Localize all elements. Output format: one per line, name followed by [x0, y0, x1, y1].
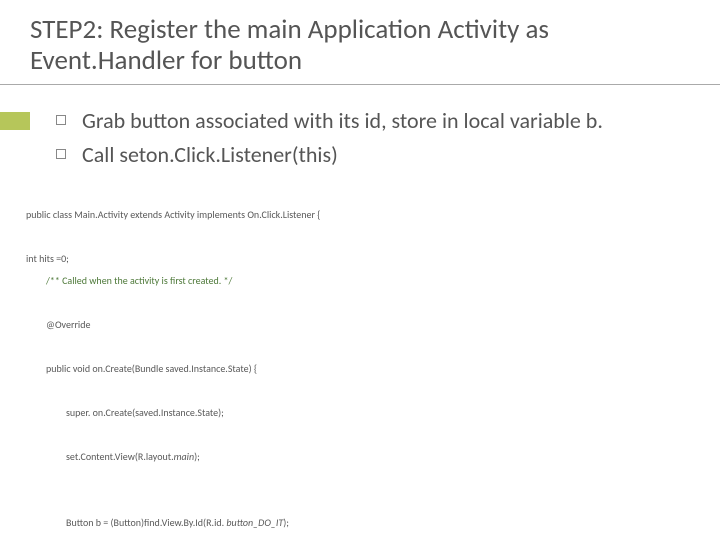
- code-text: set.Content.View(R.layout.: [66, 450, 174, 463]
- slide-content: Grab button associated with its id, stor…: [0, 85, 720, 540]
- bullet-list: Grab button associated with its id, stor…: [56, 107, 690, 168]
- slide: STEP2: Register the main Application Act…: [0, 0, 720, 540]
- slide-title: STEP2: Register the main Application Act…: [0, 0, 720, 85]
- code-line: super. on.Create(saved.Instance.State);: [26, 402, 690, 424]
- code-line: set.Content.View(R.layout.main);: [26, 446, 690, 468]
- code-italic: button_DO_IT: [226, 516, 283, 529]
- code-italic: main: [174, 450, 195, 463]
- code-line: /** Called when the activity is first cr…: [26, 270, 690, 292]
- code-line: int hits =0;: [26, 252, 69, 265]
- code-text: Button b = (Button)find.View.By.Id(R.id.: [66, 516, 226, 529]
- code-block: public class Main.Activity extends Activ…: [26, 182, 690, 540]
- code-line: public class Main.Activity extends Activ…: [26, 208, 320, 221]
- accent-bar: [0, 112, 30, 130]
- code-text: );: [194, 450, 200, 463]
- bullet-item: Call seton.Click.Listener(this): [56, 141, 690, 169]
- bullet-item: Grab button associated with its id, stor…: [56, 107, 690, 135]
- code-line: Button b = (Button)find.View.By.Id(R.id.…: [26, 512, 690, 534]
- code-line: public void on.Create(Bundle saved.Insta…: [26, 358, 690, 380]
- code-text: );: [283, 516, 289, 529]
- code-line: @Override: [26, 314, 690, 336]
